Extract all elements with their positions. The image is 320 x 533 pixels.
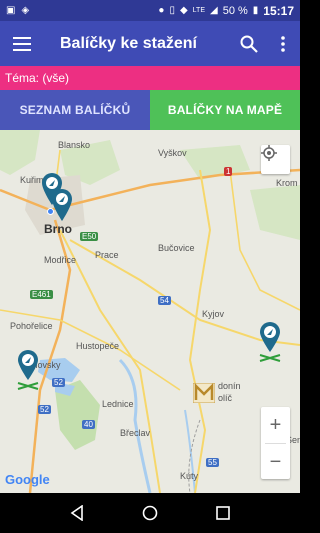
battery-icon: ▮ (252, 4, 259, 16)
map-label-kurim: Kuřim (20, 175, 44, 185)
system-nav-bar (0, 493, 300, 533)
package-marker-downloaded[interactable] (258, 322, 282, 362)
road-shield-e461: E461 (30, 290, 53, 299)
page-title: Balíčky ke stažení (60, 34, 197, 52)
map-label-kromeriz: Krom (276, 178, 298, 188)
menu-button[interactable] (0, 21, 44, 66)
image-icon: ▣ (6, 4, 16, 16)
map-label-hodonin: donín (218, 381, 241, 391)
signal-icon: ◢ (210, 4, 218, 16)
package-marker[interactable] (51, 188, 73, 222)
dropbox-icon: ◈ (21, 4, 30, 16)
theme-filter-label: Téma: (vše) (5, 71, 70, 85)
back-icon (70, 505, 83, 521)
map-label-blansko: Blansko (58, 140, 91, 150)
map-label-kuty: Kúty (180, 471, 199, 481)
more-vert-icon (281, 35, 285, 52)
map-label-kyjov: Kyjov (202, 309, 225, 319)
road-shield-55: 55 (206, 458, 219, 467)
map-label-brno: Brno (44, 222, 72, 236)
vibrate-icon: ▯ (169, 4, 175, 16)
road-shield-e50: E50 (80, 232, 99, 241)
search-button[interactable] (232, 21, 266, 66)
location-icon: ● (158, 4, 165, 16)
my-location-icon (261, 145, 277, 161)
map-label-vyskov: Vyškov (158, 148, 187, 158)
road-shield-52b: 52 (38, 405, 51, 414)
app-bar: Balíčky ke stažení (0, 21, 300, 66)
road-shield-52: 52 (52, 378, 65, 387)
map-label-modrice: Modřice (44, 255, 77, 265)
map-label-breclav: Břeclav (120, 428, 151, 438)
more-options-button[interactable] (266, 21, 300, 66)
map-label-bucovice: Bučovice (158, 243, 195, 253)
home-button[interactable] (135, 498, 165, 528)
theme-filter[interactable]: Téma: (vše) (0, 66, 300, 90)
status-bar: ▣ ◈ ● ▯ ◆ LTE ◢ 50 % ▮ 15:17 (0, 0, 300, 21)
clock: 15:17 (263, 3, 294, 18)
zoom-out-button[interactable]: − (261, 444, 290, 480)
wifi-icon: ◆ (179, 4, 188, 16)
map-label-lednice: Lednice (102, 399, 134, 409)
road-shield-54: 54 (158, 296, 171, 305)
menu-icon (13, 36, 31, 51)
battery-percent: 50 % (222, 4, 248, 17)
home-icon (142, 505, 158, 521)
tab-package-map[interactable]: BALÍČKY NA MAPĚ (150, 90, 300, 130)
zoom-controls: + − (261, 407, 290, 479)
castle-poi-icon[interactable] (193, 383, 215, 403)
back-button[interactable] (62, 498, 92, 528)
map-label-hustopece: Hustopeče (76, 341, 120, 351)
google-attribution: Google (5, 472, 50, 487)
map-view[interactable]: Blansko Vyškov Kuřim Brno Modřice Prace … (0, 130, 300, 493)
map-label-holic: olíč (218, 393, 233, 403)
road-shield-40: 40 (82, 420, 95, 429)
current-location-dot (47, 208, 54, 215)
my-location-button[interactable] (261, 145, 290, 174)
tab-bar: SEZNAM BALÍČKŮ BALÍČKY NA MAPĚ (0, 90, 300, 130)
zoom-in-button[interactable]: + (261, 407, 290, 443)
recents-icon (216, 506, 231, 520)
recents-button[interactable] (208, 498, 238, 528)
google-logo-text: Google (5, 472, 50, 487)
tab-package-list[interactable]: SEZNAM BALÍČKŮ (0, 90, 150, 130)
map-label-prace: Prace (95, 250, 119, 260)
network-type-label: LTE (192, 7, 205, 14)
search-icon (240, 35, 258, 53)
map-label-pohorelice: Pohořelice (10, 321, 53, 331)
road-shield-d1: 1 (224, 167, 233, 176)
package-marker-downloaded[interactable] (16, 350, 40, 390)
